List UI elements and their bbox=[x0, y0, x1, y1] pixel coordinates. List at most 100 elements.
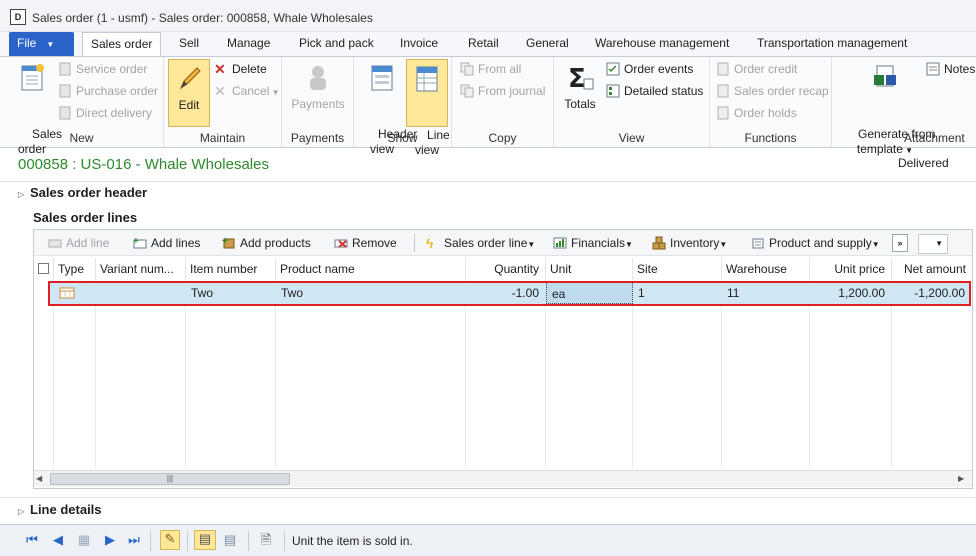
financials-menu[interactable]: Financials▼ bbox=[553, 234, 633, 252]
tab-sales-order[interactable]: Sales order bbox=[82, 32, 162, 56]
tab-sell[interactable]: Sell bbox=[171, 32, 207, 56]
col-divider bbox=[810, 280, 892, 468]
col-unit[interactable]: Unit bbox=[546, 258, 633, 280]
form-view-icon[interactable]: ▤ bbox=[194, 530, 216, 550]
financials-label: Financials bbox=[571, 236, 626, 250]
product-and-supply-menu[interactable]: Product and supply▼ bbox=[751, 234, 880, 252]
horizontal-scrollbar[interactable]: ◀ ||| ▶ bbox=[34, 470, 972, 487]
sales-order-recap-button[interactable]: Sales order recap bbox=[716, 81, 829, 101]
col-divider bbox=[546, 280, 633, 468]
tab-file-label: File bbox=[17, 36, 37, 50]
notes-label: Notes bbox=[944, 62, 976, 76]
list-view-icon[interactable]: ▤ bbox=[222, 532, 238, 548]
sales-order-button[interactable]: Sales order bbox=[12, 59, 62, 156]
first-record-icon[interactable]: ⏮ bbox=[24, 532, 40, 548]
scroll-thumb[interactable]: ||| bbox=[50, 473, 290, 485]
payments-icon bbox=[310, 66, 326, 90]
from-journal-label: From journal bbox=[478, 84, 546, 98]
detailed-status-button[interactable]: Detailed status bbox=[606, 81, 703, 101]
header-view-button[interactable]: Header view bbox=[358, 59, 417, 156]
overflow-chevron-icon[interactable]: » bbox=[892, 234, 908, 252]
totals-button[interactable]: Σ Totals bbox=[560, 59, 600, 125]
window-title: Sales order (1 - usmf) - Sales order: 00… bbox=[32, 11, 373, 25]
section-line-details[interactable]: ▷ Line details bbox=[18, 502, 102, 517]
direct-delivery-button[interactable]: Direct delivery bbox=[58, 103, 152, 123]
add-products-label: Add products bbox=[240, 236, 311, 250]
notes-button[interactable]: Notes bbox=[926, 59, 975, 79]
grid-view-icon[interactable]: ▦ bbox=[76, 532, 92, 548]
chevron-down-icon: ▼ bbox=[269, 88, 280, 97]
from-all-label: From all bbox=[478, 62, 522, 76]
sales-order-line-menu[interactable]: ϟ Sales order line▼ bbox=[426, 234, 535, 252]
previous-record-icon[interactable]: ◀ bbox=[50, 532, 66, 548]
app-icon: D bbox=[10, 9, 26, 25]
edit-button[interactable]: Edit bbox=[168, 59, 210, 127]
last-record-icon[interactable]: ⏭ bbox=[126, 532, 142, 548]
add-lines-button[interactable]: + Add lines bbox=[133, 234, 200, 252]
chevron-down-icon: ▼ bbox=[719, 240, 728, 249]
document-icon[interactable]: 🗎 bbox=[258, 532, 274, 548]
purchase-order-button[interactable]: Purchase order bbox=[58, 81, 158, 101]
tab-warehouse-management[interactable]: Warehouse management bbox=[587, 32, 737, 56]
next-record-icon[interactable]: ▶ bbox=[102, 532, 118, 548]
tab-file[interactable]: File ▼ bbox=[9, 32, 74, 56]
inventory-icon bbox=[652, 236, 666, 250]
section-sales-order-header[interactable]: ▷ Sales order header bbox=[18, 185, 147, 200]
col-divider bbox=[722, 280, 810, 468]
group-attachments: Generate from template ▼ Notes Attachmen… bbox=[832, 57, 976, 156]
select-all-checkbox[interactable] bbox=[34, 258, 54, 280]
sales-order-icon bbox=[21, 64, 44, 91]
product-and-supply-label: Product and supply bbox=[769, 236, 872, 250]
edit-label: Edit bbox=[178, 98, 200, 112]
add-products-button[interactable]: + Add products bbox=[222, 234, 311, 252]
order-events-button[interactable]: Order events bbox=[606, 59, 693, 79]
col-divider bbox=[633, 280, 722, 468]
tab-pick-and-pack[interactable]: Pick and pack bbox=[291, 32, 382, 56]
delete-button[interactable]: ✕ Delete bbox=[214, 59, 267, 79]
lines-toolbar: Add line + Add lines + Add products Remove… bbox=[34, 230, 972, 256]
add-line-button[interactable]: Add line bbox=[48, 234, 109, 252]
from-journal-button[interactable]: From journal bbox=[460, 81, 545, 101]
toolbar-dropdown[interactable]: ▼ bbox=[918, 234, 948, 254]
group-payments: Payments Payments bbox=[282, 57, 354, 147]
tab-manage[interactable]: Manage bbox=[219, 32, 278, 56]
chevron-down-icon: ▼ bbox=[871, 240, 880, 249]
service-order-button[interactable]: Service order bbox=[58, 59, 147, 79]
order-holds-label: Order holds bbox=[734, 106, 797, 120]
scroll-left-icon[interactable]: ◀ bbox=[36, 474, 42, 483]
group-payments-label: Payments bbox=[290, 131, 345, 145]
col-variant-number[interactable]: Variant num... bbox=[96, 258, 186, 280]
edit-mode-pencil-icon[interactable]: ✎ bbox=[160, 530, 180, 550]
group-view: Σ Totals Order events Detailed status Vi… bbox=[554, 57, 710, 147]
order-credit-button[interactable]: Order credit bbox=[716, 59, 797, 79]
col-type[interactable]: Type bbox=[54, 258, 96, 280]
tab-general[interactable]: General bbox=[518, 32, 577, 56]
generate-from-template-button[interactable]: Generate from template ▼ bbox=[838, 59, 935, 156]
section-sales-order-lines[interactable]: Sales order lines bbox=[33, 210, 137, 225]
col-product-name[interactable]: Product name bbox=[276, 258, 466, 280]
chevron-right-icon: ▷ bbox=[18, 190, 25, 199]
remove-button[interactable]: Remove bbox=[334, 234, 397, 252]
col-net-amount[interactable]: Net amount bbox=[892, 258, 972, 280]
line-view-button[interactable]: Line view bbox=[406, 59, 450, 157]
header-view-icon bbox=[371, 65, 393, 91]
order-credit-icon bbox=[717, 62, 729, 76]
copy-icon bbox=[460, 62, 474, 76]
chevron-right-icon: ▷ bbox=[18, 507, 25, 516]
sales-order-recap-label: Sales order recap bbox=[734, 84, 829, 98]
col-quantity[interactable]: Quantity bbox=[466, 258, 546, 280]
col-unit-price[interactable]: Unit price bbox=[810, 258, 892, 280]
tab-invoice[interactable]: Invoice bbox=[392, 32, 446, 56]
tab-transportation-management[interactable]: Transportation management bbox=[749, 32, 915, 56]
scroll-right-icon[interactable]: ▶ bbox=[958, 474, 964, 483]
payments-button[interactable]: Payments bbox=[290, 59, 346, 125]
from-all-button[interactable]: From all bbox=[460, 59, 521, 79]
direct-delivery-icon bbox=[59, 106, 71, 120]
tab-retail[interactable]: Retail bbox=[460, 32, 507, 56]
order-holds-button[interactable]: Order holds bbox=[716, 103, 797, 123]
col-warehouse[interactable]: Warehouse bbox=[722, 258, 810, 280]
inventory-menu[interactable]: Inventory▼ bbox=[652, 234, 727, 252]
col-item-number[interactable]: Item number bbox=[186, 258, 276, 280]
col-site[interactable]: Site bbox=[633, 258, 722, 280]
cancel-button[interactable]: ✕ Cancel ▼ bbox=[214, 81, 280, 101]
